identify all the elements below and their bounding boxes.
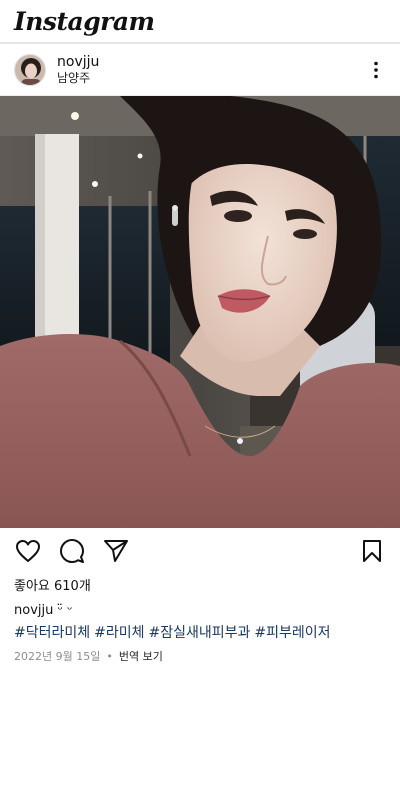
avatar[interactable] xyxy=(14,53,46,86)
top-bar: Instagram xyxy=(0,0,400,44)
send-icon[interactable] xyxy=(102,537,130,565)
caption: novjju ᵕ̈ ᵕ xyxy=(14,602,386,620)
hashtag-link[interactable]: #잠실새내피부과 xyxy=(149,625,251,641)
heart-icon[interactable] xyxy=(14,537,42,565)
post-date-row: 2022년 9월 15일 • 번역 보기 xyxy=(14,649,386,665)
separator-dot: • xyxy=(106,650,113,663)
post-location[interactable]: 남양주 xyxy=(57,71,366,86)
instagram-logo[interactable]: Instagram xyxy=(14,7,155,36)
post-photo[interactable] xyxy=(0,96,400,528)
hashtag-link[interactable]: #라미체 xyxy=(94,625,144,641)
post-actions xyxy=(0,528,400,574)
comment-icon[interactable] xyxy=(58,537,86,565)
hashtag-list: #닥터라미체 #라미체 #잠실새내피부과 #피부레이저 xyxy=(14,623,386,643)
post-date: 2022년 9월 15일 xyxy=(14,650,101,663)
hashtag-link[interactable]: #닥터라미체 xyxy=(14,625,90,641)
caption-text: ᵕ̈ ᵕ xyxy=(57,603,73,618)
more-vertical-icon[interactable] xyxy=(366,58,386,82)
hashtag-link[interactable]: #피부레이저 xyxy=(254,625,330,641)
post-username[interactable]: novjju xyxy=(57,54,366,70)
caption-username[interactable]: novjju xyxy=(14,603,53,618)
likes-count[interactable]: 좋아요 610개 xyxy=(14,578,386,596)
post-header: novjju 남양주 xyxy=(0,44,400,96)
see-translation-link[interactable]: 번역 보기 xyxy=(119,649,163,665)
bookmark-icon[interactable] xyxy=(358,537,386,565)
